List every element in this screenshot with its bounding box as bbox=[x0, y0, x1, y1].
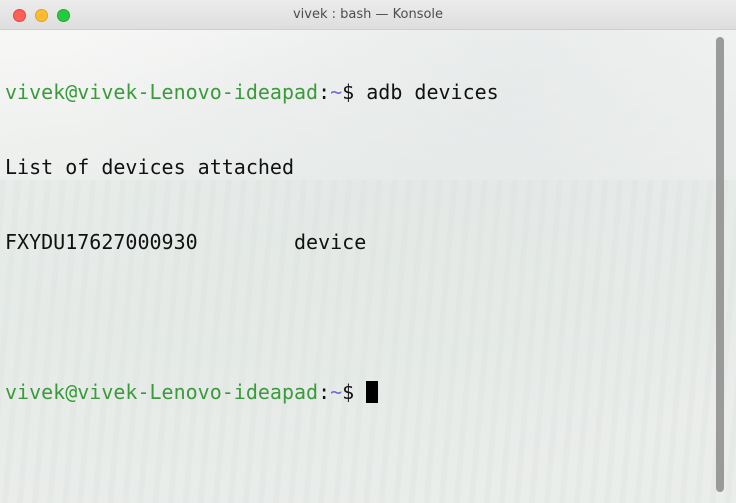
prompt-user-host: vivek@vivek-Lenovo-ideapad bbox=[5, 380, 319, 404]
terminal-output: vivek@vivek-Lenovo-ideapad:~$ adb device… bbox=[5, 30, 716, 455]
vertical-scrollbar[interactable] bbox=[716, 37, 724, 492]
prompt-directory: ~ bbox=[330, 80, 343, 104]
command-text: adb devices bbox=[366, 80, 499, 104]
prompt-directory: ~ bbox=[330, 380, 343, 404]
prompt-separator: : bbox=[318, 80, 331, 104]
output-line-device: FXYDU17627000930 device bbox=[5, 230, 367, 254]
text-cursor bbox=[366, 381, 379, 403]
prompt-symbol: $ bbox=[342, 380, 367, 404]
prompt-user-host: vivek@vivek-Lenovo-ideapad bbox=[5, 80, 319, 104]
prompt-line-current: vivek@vivek-Lenovo-ideapad:~$ bbox=[5, 380, 716, 405]
prompt-symbol: $ bbox=[342, 80, 367, 104]
window-title: vivek : bash — Konsole bbox=[292, 7, 444, 22]
konsole-window: vivek : bash — Konsole vivek@vivek-Lenov… bbox=[0, 0, 736, 503]
output-line: List of devices attached bbox=[5, 155, 294, 179]
title-bar[interactable]: vivek : bash — Konsole bbox=[0, 0, 736, 30]
prompt-separator: : bbox=[318, 380, 331, 404]
prompt-line: vivek@vivek-Lenovo-ideapad:~$ adb device… bbox=[5, 80, 716, 105]
